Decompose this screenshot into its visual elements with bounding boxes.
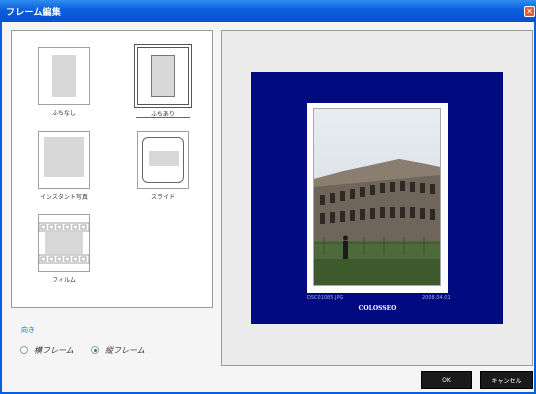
- title-bar[interactable]: フレーム編集 ✕: [0, 0, 536, 22]
- frame-label-film: フィルム: [52, 277, 76, 284]
- preview-date: 2008.04.01: [422, 295, 451, 301]
- photo-frame: [307, 103, 448, 293]
- window-title: フレーム編集: [6, 8, 61, 18]
- frame-option-slide[interactable]: スライド: [128, 131, 198, 206]
- frame-label-none: ふちなし: [52, 110, 76, 117]
- portrait-radio[interactable]: 縦フレーム: [91, 344, 145, 356]
- frame-bordered-thumbnail: [134, 44, 192, 108]
- landscape-radio-label: 横フレーム: [34, 345, 74, 355]
- close-button[interactable]: ✕: [524, 6, 535, 17]
- close-icon: ✕: [526, 7, 533, 16]
- frame-label-slide: スライド: [150, 194, 175, 201]
- frame-option-none[interactable]: ふちなし: [29, 47, 99, 122]
- landscape-radio-dot[interactable]: [20, 346, 28, 354]
- frame-film-thumbnail: [38, 214, 90, 272]
- frame-style-list: ふちなし ふちあり インスタント写真 スライド フィルム: [11, 30, 213, 308]
- preview-photo: [313, 108, 441, 286]
- selection-underline: [136, 117, 190, 118]
- frame-option-bordered[interactable]: ふちあり: [128, 44, 198, 122]
- frame-instant-thumbnail: [38, 131, 90, 189]
- cancel-button[interactable]: キャンセル: [480, 371, 533, 389]
- landscape-radio[interactable]: 横フレーム: [20, 344, 74, 356]
- frame-label-instant: インスタント写真: [40, 194, 88, 201]
- ok-button[interactable]: OK: [421, 371, 472, 389]
- portrait-radio-dot[interactable]: [91, 346, 99, 354]
- portrait-radio-label: 縦フレーム: [105, 345, 145, 355]
- frame-none-thumbnail: [38, 47, 90, 105]
- frame-edit-dialog: フレーム編集 ✕ ふちなし ふちあり インスタント写真 スライド フィルム 向き…: [0, 0, 536, 394]
- preview-file-name: DSC01085.JPG: [307, 295, 344, 301]
- orientation-label: 向き: [21, 326, 35, 334]
- frame-option-film[interactable]: フィルム: [29, 214, 99, 289]
- preview-caption: COLOSSEO: [358, 305, 397, 312]
- frame-slide-thumbnail: [137, 131, 189, 189]
- frame-option-instant[interactable]: インスタント写真: [29, 131, 99, 206]
